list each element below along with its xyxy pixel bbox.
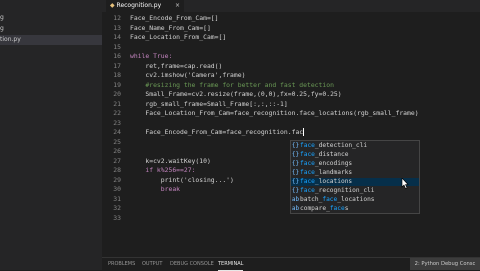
- suggestion-rest: _recognition_cli: [314, 187, 375, 194]
- text-icon: ab: [291, 205, 300, 212]
- tab-output[interactable]: OUTPUT: [142, 258, 162, 270]
- suggestion-prefix: compare_: [300, 205, 330, 212]
- suggestion-rest: _distance: [314, 151, 349, 158]
- module-icon: {}: [291, 169, 300, 176]
- code-line: ret,frame=cap.read(): [130, 61, 223, 70]
- code-line: while True:: [130, 52, 173, 60]
- suggestion-rest: _locations: [337, 196, 375, 203]
- suggestion-rest: _encodings: [314, 160, 353, 167]
- terminal-select[interactable]: 2: Python Debug Consc: [410, 258, 480, 270]
- module-icon: {}: [291, 151, 300, 158]
- code-line: Face_Location_From_Cam=[]: [130, 33, 227, 41]
- module-icon: {}: [291, 142, 300, 149]
- line-number: 14: [113, 33, 121, 41]
- line-number: 23: [113, 118, 121, 127]
- code-line: cv2.imshow('Camera',frame): [130, 71, 246, 79]
- line-number: 25: [113, 137, 121, 146]
- suggestion-item[interactable]: {}face_distance: [291, 151, 419, 159]
- line-number: 33: [113, 213, 121, 222]
- suggestion-item[interactable]: {}face_locations: [291, 178, 419, 186]
- code-line: Face_Encode_From_Cam=face_recognition.fa…: [130, 128, 305, 136]
- suggestion-item[interactable]: {}face_encodings: [291, 160, 419, 168]
- line-number: 31: [113, 194, 121, 203]
- sidebar-bottom: [0, 258, 102, 270]
- mouse-pointer-icon: [401, 178, 409, 189]
- code-line: #resizing the frame for better and fast …: [130, 80, 334, 89]
- suggestion-match: face: [300, 151, 315, 158]
- tab-problems[interactable]: PROBLEMS: [108, 258, 135, 270]
- explorer-item-label: g: [0, 14, 4, 21]
- line-number: 27: [113, 156, 121, 165]
- suggestion-match: face: [300, 178, 315, 185]
- code-line: Face_Encode_From_Cam=[]: [130, 14, 219, 22]
- tab-debug-console[interactable]: DEBUG CONSOLE: [170, 258, 214, 270]
- suggestion-match: face: [300, 160, 315, 167]
- text-icon: ab: [291, 196, 300, 203]
- suggestion-item[interactable]: {}face_landmarks: [291, 169, 419, 177]
- suggestion-item[interactable]: {}face_detection_cli: [291, 142, 419, 150]
- line-number: 26: [113, 147, 121, 155]
- suggestion-match: face: [300, 187, 315, 194]
- tab-terminal[interactable]: TERMINAL: [218, 258, 244, 271]
- code-line: break: [130, 185, 181, 193]
- suggestion-item[interactable]: abbatch_face_locations: [291, 196, 419, 204]
- code-line: k=cv2.waitKey(10): [130, 156, 211, 165]
- suggestion-item[interactable]: abcompare_faces: [291, 205, 419, 213]
- text-cursor: [303, 128, 305, 136]
- explorer-item[interactable]: g: [0, 13, 102, 23]
- suggestion-item[interactable]: {}face_recognition_cli: [291, 187, 419, 195]
- code-line: Face_Location_From_Cam=face_recognition.…: [130, 109, 419, 117]
- line-number: 29: [113, 175, 121, 184]
- explorer-item[interactable]: g: [0, 24, 102, 34]
- code-line: rgb_small_frame=Small_Frame[:,:,::-1]: [130, 99, 288, 108]
- suggestion-rest: s: [344, 205, 349, 212]
- suggestion-rest: _landmarks: [314, 169, 353, 176]
- line-number: 19: [113, 80, 121, 89]
- explorer-item-selected[interactable]: tion.py: [0, 35, 102, 45]
- line-number: 24: [113, 128, 121, 136]
- line-number: 32: [113, 204, 121, 212]
- suggestion-match: face: [300, 142, 315, 149]
- line-number: 21: [113, 99, 121, 108]
- module-icon: {}: [291, 187, 300, 194]
- line-number: 12: [113, 14, 121, 22]
- suggestion-match: face: [329, 205, 345, 212]
- module-icon: {}: [291, 178, 300, 185]
- line-number: 13: [113, 23, 121, 32]
- tab-recognition-py[interactable]: ◆ Recognition.py ×: [106, 0, 184, 12]
- explorer-item-label: tion.py: [0, 36, 21, 43]
- module-icon: {}: [291, 160, 300, 167]
- python-file-icon: ◆: [110, 2, 115, 9]
- suggestion-match: face: [322, 196, 338, 203]
- line-number: 15: [113, 42, 121, 51]
- code-line: Face_Name_From_Cam=[]: [130, 23, 211, 32]
- autocomplete-suggestions: {}face_detection_cli {}face_distance {}fac…: [290, 140, 420, 214]
- line-number: 17: [113, 61, 121, 70]
- code-line: if k%256==27:: [130, 166, 196, 174]
- tab-label: Recognition.py: [116, 2, 162, 9]
- line-number: 28: [113, 166, 121, 174]
- explorer-item-label: g: [0, 25, 4, 32]
- suggestion-prefix: batch_: [300, 196, 323, 203]
- line-number: 18: [113, 71, 121, 79]
- suggestion-rest: _locations: [314, 178, 353, 185]
- line-number: 22: [113, 109, 121, 117]
- explorer-sidebar: g g tion.py: [0, 0, 102, 258]
- line-number: 20: [113, 90, 121, 98]
- code-line: print('closing...'): [130, 175, 234, 184]
- close-icon[interactable]: ×: [175, 0, 180, 12]
- line-number: 30: [113, 185, 121, 193]
- line-number: 16: [113, 52, 121, 60]
- suggestion-rest: _detection_cli: [314, 142, 368, 149]
- code-line: Small_Frame=cv2.resize(frame,(0,0),fx=0.…: [130, 90, 342, 98]
- code-editor[interactable]: 12 Face_Encode_From_Cam=[] 13 Face_Name_Fro…: [102, 12, 480, 257]
- suggestion-match: face: [300, 169, 315, 176]
